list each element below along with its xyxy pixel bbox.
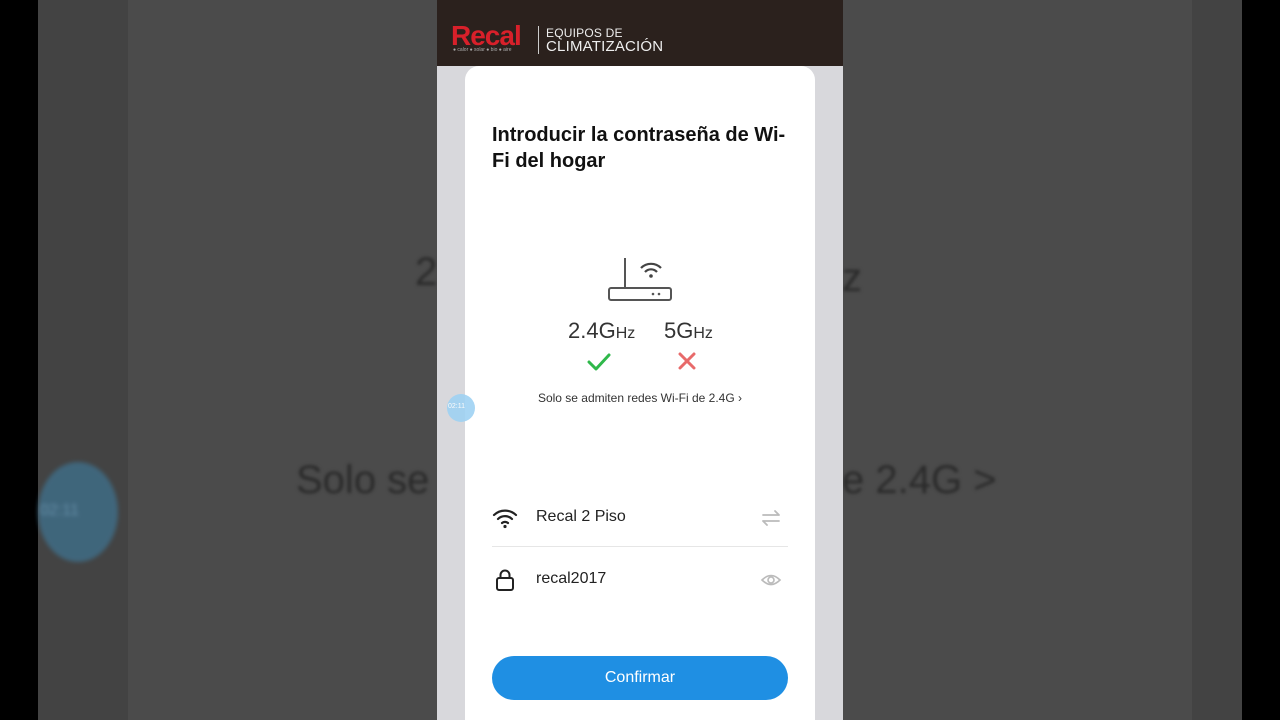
phone-screen: Recal ● calor ● solar ● bio ● aire EQUIP… (437, 0, 843, 720)
background-bubble-time: 02:11 (40, 502, 79, 519)
timer-text: 02:11 (448, 403, 465, 410)
wifi-icon (492, 509, 518, 529)
background-right-panel (842, 0, 1192, 720)
band-unit: Hz (693, 325, 713, 342)
wifi-name-field[interactable]: Recal 2 Piso (492, 490, 788, 547)
eye-icon[interactable] (760, 570, 782, 590)
background-text: e 2.4G > (842, 458, 997, 502)
lock-icon (496, 569, 514, 591)
band-5ghz-value: 5G (664, 318, 694, 343)
supported-networks-text: Solo se admiten redes Wi-Fi de 2.4G (537, 391, 735, 405)
background-left-panel (128, 0, 438, 720)
password-value: recal2017 (536, 570, 607, 587)
brand-tagline: ● calor ● solar ● bio ● aire (453, 47, 512, 53)
background-text: Solo se (296, 458, 430, 502)
band-5ghz-label: 5GHz (664, 318, 713, 344)
router-icon (608, 258, 672, 301)
band-2-4ghz-value: 2.4G (568, 318, 616, 343)
band-2-4ghz-label: 2.4GHz (568, 318, 635, 344)
background-text: z (842, 256, 862, 300)
chevron-right-icon: › (738, 391, 743, 405)
supported-networks-link[interactable]: Solo se admiten redes Wi-Fi de 2.4G › (465, 391, 815, 405)
page-title: Introducir la contraseña de Wi-Fi del ho… (492, 124, 786, 172)
cross-icon (678, 352, 696, 370)
background-left-blur (38, 0, 438, 720)
brand-line-2: CLIMATIZACIÓN (546, 38, 664, 55)
logo-divider (538, 26, 539, 54)
switch-network-icon[interactable] (760, 508, 782, 528)
confirm-button[interactable]: Confirmar (492, 656, 788, 700)
background-right-blur (842, 0, 1242, 720)
wifi-name-value: Recal 2 Piso (536, 508, 626, 525)
band-unit: Hz (615, 325, 636, 342)
password-field[interactable]: recal2017 (492, 552, 788, 608)
recording-timer-bubble[interactable]: 02:11 (447, 394, 475, 422)
wifi-setup-card: Introducir la contraseña de Wi-Fi del ho… (465, 66, 815, 720)
check-icon (587, 353, 611, 371)
background-timer-bubble: 02:11 (38, 462, 118, 562)
app-header: Recal ● calor ● solar ● bio ● aire EQUIP… (437, 0, 843, 66)
